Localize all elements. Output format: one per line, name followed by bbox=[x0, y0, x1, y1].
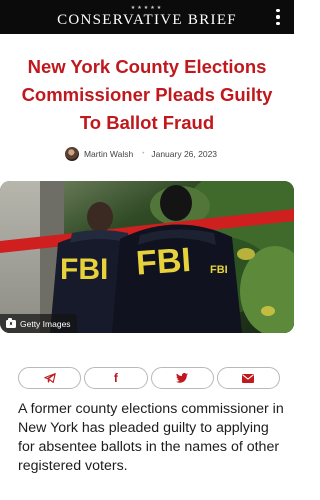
hero-vest-text: FBI bbox=[210, 264, 228, 276]
paper-plane-icon bbox=[43, 373, 56, 383]
share-email-button[interactable] bbox=[216, 367, 280, 389]
menu-dot bbox=[276, 21, 280, 25]
menu-dot bbox=[276, 15, 280, 19]
share-facebook-button[interactable]: f bbox=[84, 367, 148, 389]
envelope-icon bbox=[242, 373, 255, 383]
top-bar: ★★★★★ CONSERVATIVE BRIEF bbox=[0, 0, 294, 34]
share-twitter-button[interactable] bbox=[150, 367, 214, 389]
hero-image: FBI FBI FBI Getty Images bbox=[0, 181, 294, 333]
facebook-icon: f bbox=[113, 371, 118, 385]
article-headline: New York County Elections Commissioner P… bbox=[21, 56, 273, 133]
byline-separator: • bbox=[142, 151, 145, 157]
author-avatar bbox=[64, 147, 79, 161]
article-byline: Martin Walsh • January 26, 2023 bbox=[0, 146, 294, 162]
author-name[interactable]: Martin Walsh bbox=[84, 149, 133, 159]
site-name: CONSERVATIVE BRIEF bbox=[57, 11, 237, 28]
share-telegram-button[interactable] bbox=[18, 367, 82, 389]
hero-vest-text: FBI bbox=[60, 253, 108, 286]
twitter-bird-icon bbox=[176, 373, 189, 383]
logo-stars: ★★★★★ bbox=[130, 4, 164, 11]
photo-credit: Getty Images bbox=[0, 314, 77, 333]
photo-credit-text: Getty Images bbox=[20, 318, 71, 329]
hero-vest-text: FBI bbox=[135, 241, 192, 283]
menu-dot bbox=[276, 9, 280, 13]
article-paragraph: A former county elections commissioner i… bbox=[18, 401, 284, 474]
camera-icon bbox=[6, 317, 16, 328]
share-bar: f bbox=[18, 367, 280, 389]
hero-photo: FBI FBI FBI bbox=[0, 181, 294, 333]
site-logo[interactable]: ★★★★★ CONSERVATIVE BRIEF bbox=[0, 0, 264, 34]
publish-date: January 26, 2023 bbox=[151, 149, 218, 159]
more-menu-icon[interactable] bbox=[272, 9, 284, 25]
